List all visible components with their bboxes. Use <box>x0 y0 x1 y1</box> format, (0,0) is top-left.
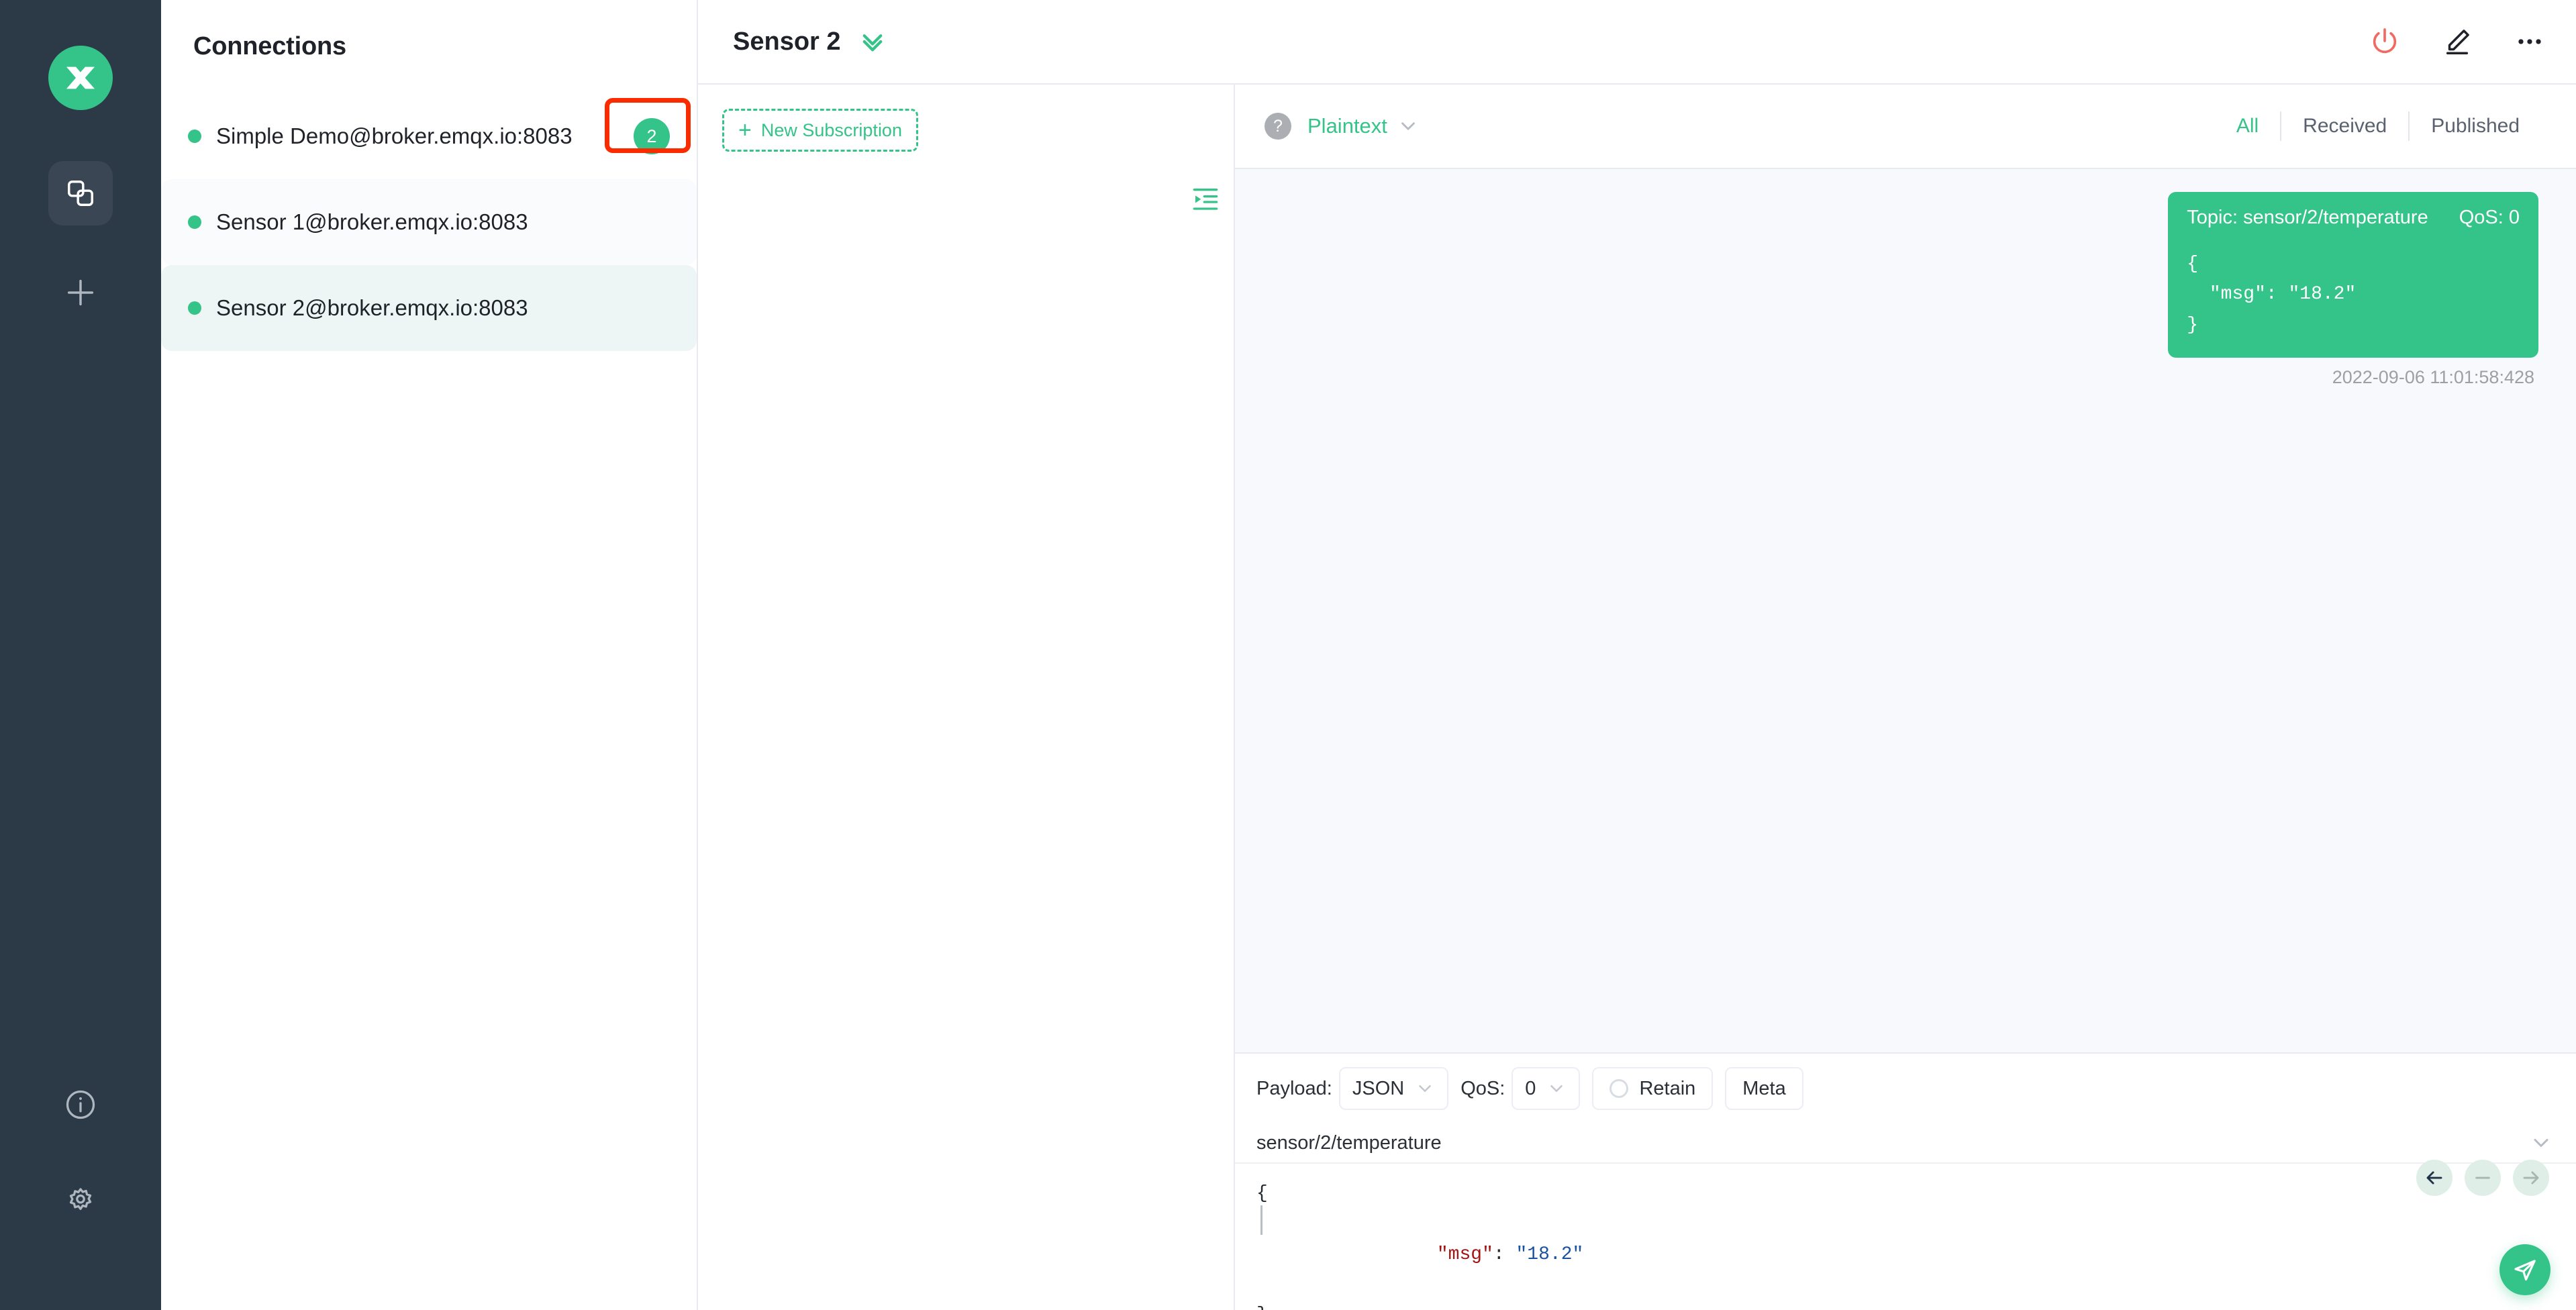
meta-button[interactable]: Meta <box>1725 1067 1803 1110</box>
payload-format-value: Plaintext <box>1307 114 1387 138</box>
message-meta: Topic: sensor/2/temperature QoS: 0 <box>2187 207 2520 229</box>
code-line: } <box>1256 1300 2576 1310</box>
collapse-panel-icon[interactable] <box>1192 185 1219 212</box>
message-timestamp: 2022-09-06 11:01:58:428 <box>2332 367 2534 388</box>
pencil-icon[interactable] <box>2442 26 2473 57</box>
message-list[interactable]: Topic: sensor/2/temperature QoS: 0 { "ms… <box>1235 169 2576 1052</box>
minus-icon <box>2475 1176 2490 1179</box>
payload-label: Payload: <box>1256 1077 1332 1099</box>
history-buttons <box>2416 1160 2549 1196</box>
meta-label: Meta <box>1742 1077 1786 1099</box>
info-circle-icon <box>66 1090 95 1119</box>
main-pane: Sensor 2 + New Subscription ? Plaintext … <box>698 0 2576 1310</box>
status-dot-connected <box>188 301 201 315</box>
chevron-down-icon[interactable] <box>2529 1131 2553 1155</box>
code-line: "msg": "18.2" <box>1256 1209 2576 1300</box>
message-bubble-published[interactable]: Topic: sensor/2/temperature QoS: 0 { "ms… <box>2168 192 2538 358</box>
payload-format-value: JSON <box>1352 1077 1405 1099</box>
question-circle-icon[interactable]: ? <box>1265 113 1291 140</box>
chevron-down-icon <box>1401 122 1415 130</box>
arrow-left-icon <box>2426 1171 2442 1185</box>
qos-value: 0 <box>1525 1077 1536 1099</box>
history-prev-button[interactable] <box>2416 1160 2453 1196</box>
sidebar-item-new-connection[interactable] <box>48 260 113 325</box>
new-subscription-button[interactable]: + New Subscription <box>722 109 918 152</box>
payload-format-select[interactable]: JSON <box>1338 1067 1449 1110</box>
primary-nav-rail <box>0 0 161 1310</box>
connections-panel: Connections Simple Demo@broker.emqx.io:8… <box>161 0 698 1310</box>
publish-bar: Payload: JSON QoS: 0 Retain Meta sensor/… <box>1235 1052 2576 1310</box>
chevron-down-icon <box>1419 1085 1431 1092</box>
sidebar-item-about[interactable] <box>0 1087 161 1122</box>
retain-toggle[interactable]: Retain <box>1592 1067 1714 1110</box>
sidebar-item-connections[interactable] <box>48 161 113 225</box>
status-dot-connected <box>188 215 201 229</box>
list-item[interactable]: Sensor 1@broker.emqx.io:8083 <box>161 179 697 265</box>
send-button[interactable] <box>2499 1244 2550 1295</box>
connections-icon <box>68 181 93 206</box>
tab-published[interactable]: Published <box>2410 115 2541 138</box>
sidebar-item-settings[interactable] <box>0 1185 161 1219</box>
connection-name: Sensor 2@broker.emqx.io:8083 <box>216 295 528 320</box>
code-line: { <box>1256 1183 1268 1204</box>
message-filter-tabs: All Received Published <box>2215 111 2541 141</box>
list-item[interactable]: Simple Demo@broker.emqx.io:8083 2 <box>161 93 697 179</box>
messages-toolbar: ? Plaintext All Received Published <box>1235 85 2576 169</box>
message-qos: QoS: 0 <box>2459 207 2520 228</box>
radio-unchecked-icon <box>1609 1079 1629 1098</box>
tab-received[interactable]: Received <box>2281 115 2408 138</box>
connection-header: Sensor 2 <box>698 0 2576 85</box>
json-key: "msg" <box>1436 1244 1493 1265</box>
indent-guide <box>1260 1205 1262 1235</box>
json-value: "18.2" <box>1516 1244 1584 1265</box>
publish-topic-row: sensor/2/temperature <box>1235 1123 2576 1162</box>
list-item-selected[interactable]: Sensor 2@broker.emqx.io:8083 <box>161 265 697 351</box>
subscriptions-panel: + New Subscription <box>698 85 1235 1310</box>
new-subscription-label: New Subscription <box>760 119 902 140</box>
plus-icon: + <box>738 117 752 143</box>
gear-icon <box>69 1188 92 1211</box>
message-topic: Topic: sensor/2/temperature <box>2187 207 2428 228</box>
json-colon: : <box>1493 1244 1516 1265</box>
plus-icon <box>67 279 94 306</box>
page-title: Connections <box>193 32 346 60</box>
tab-all[interactable]: All <box>2215 115 2280 138</box>
chevron-down-icon <box>1550 1085 1563 1092</box>
send-icon <box>2514 1260 2536 1281</box>
qos-label: QoS: <box>1460 1077 1505 1099</box>
publish-payload-editor[interactable]: { "msg": "18.2" } <box>1235 1160 2576 1310</box>
unread-badge: 2 <box>634 118 670 154</box>
payload-format-selector[interactable]: Plaintext <box>1307 114 1420 138</box>
chevron-double-down-icon[interactable] <box>858 28 887 56</box>
qos-select[interactable]: 0 <box>1512 1067 1581 1110</box>
publish-topic-input[interactable]: sensor/2/temperature <box>1256 1132 1442 1154</box>
ellipsis-icon[interactable] <box>2514 26 2545 57</box>
history-clear-button[interactable] <box>2465 1160 2501 1196</box>
mqttx-logo-icon <box>48 46 113 110</box>
publish-options: Payload: JSON QoS: 0 Retain Meta <box>1235 1054 2576 1123</box>
arrow-right-icon <box>2523 1171 2539 1185</box>
connection-title: Sensor 2 <box>733 27 841 56</box>
header-actions <box>2369 26 2545 57</box>
main-body: + New Subscription ? Plaintext All Recei… <box>698 85 2576 1310</box>
retain-label: Retain <box>1639 1077 1696 1099</box>
power-icon[interactable] <box>2369 26 2400 57</box>
message-payload: { "msg": "18.2" } <box>2187 254 2357 336</box>
connection-list: Simple Demo@broker.emqx.io:8083 2 Sensor… <box>161 93 697 351</box>
status-dot-connected <box>188 130 201 143</box>
messages-panel: ? Plaintext All Received Published Topic… <box>1235 85 2576 1310</box>
mqttx-app-window: Connections Simple Demo@broker.emqx.io:8… <box>0 0 2576 1310</box>
history-next-button[interactable] <box>2513 1160 2549 1196</box>
connection-name: Sensor 1@broker.emqx.io:8083 <box>216 209 528 234</box>
connection-name: Simple Demo@broker.emqx.io:8083 <box>216 123 573 148</box>
